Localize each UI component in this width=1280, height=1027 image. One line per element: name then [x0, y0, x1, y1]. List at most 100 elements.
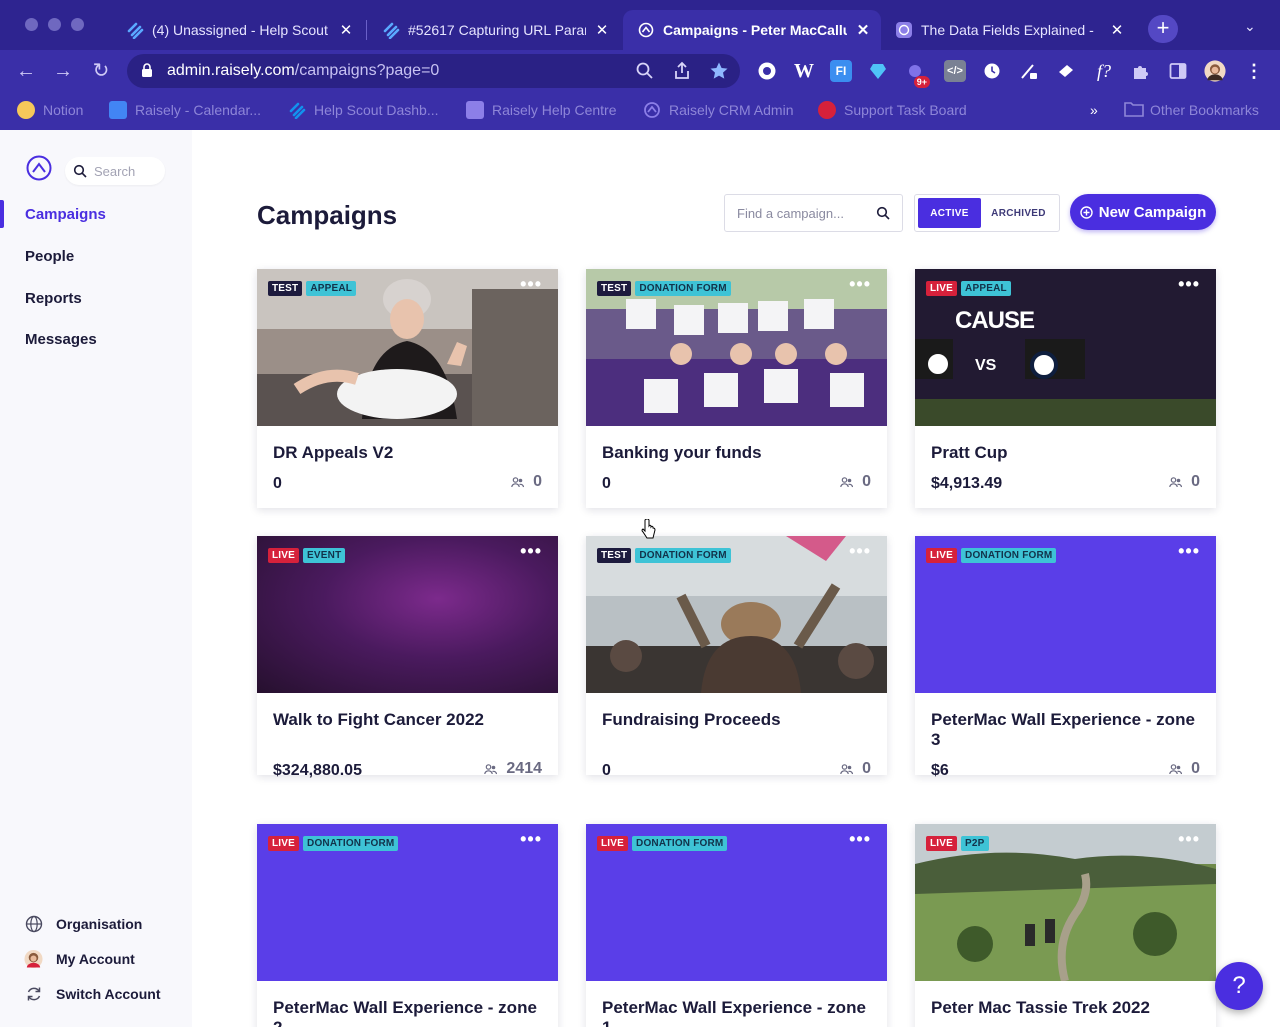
- sidebar-item-campaigns[interactable]: Campaigns: [0, 200, 192, 228]
- campaign-amount: $324,880.05: [273, 762, 362, 779]
- extension-fi-icon[interactable]: FI: [830, 60, 852, 82]
- campaign-card[interactable]: TEST APPEAL ••• DR Appeals V2 0 0: [257, 269, 558, 508]
- more-options-icon[interactable]: •••: [1178, 274, 1200, 295]
- forward-arrow-icon[interactable]: →: [50, 58, 76, 84]
- share-icon[interactable]: [672, 61, 692, 81]
- new-campaign-button[interactable]: New Campaign: [1070, 194, 1216, 230]
- bookmarks-bar: Notion Raisely - Calendar... Help Scout …: [0, 92, 1280, 130]
- window-zoom-dot[interactable]: [71, 18, 84, 31]
- sidebar-item-switch-account[interactable]: Switch Account: [24, 983, 161, 1005]
- sidebar-item-messages[interactable]: Messages: [0, 325, 192, 353]
- campaign-card[interactable]: CAUSE VS LIVE APPEAL ••• Pratt Cup $4,91…: [915, 269, 1216, 508]
- extension-clock-icon[interactable]: [981, 60, 1003, 82]
- tab-close-icon[interactable]: ✕: [855, 21, 871, 39]
- campaign-name: Pratt Cup: [931, 443, 1008, 462]
- type-badge: DONATION FORM: [961, 548, 1057, 563]
- tab-campaigns[interactable]: Campaigns - Peter MacCallum ✕: [623, 10, 881, 50]
- tab-search-icon[interactable]: ⌄: [1244, 18, 1256, 35]
- url-path: /campaigns?page=0: [294, 62, 440, 79]
- browser-menu-icon[interactable]: ⋮: [1243, 60, 1265, 82]
- bookmark-helpscout[interactable]: Help Scout Dashb...: [288, 100, 439, 120]
- more-options-icon[interactable]: •••: [520, 829, 542, 850]
- campaign-card[interactable]: LIVE P2P ••• Peter Mac Tassie Trek 2022: [915, 824, 1216, 1027]
- campaign-name: Banking your funds: [602, 443, 762, 462]
- extensions-puzzle-icon[interactable]: [1130, 60, 1152, 82]
- new-tab-button[interactable]: +: [1148, 15, 1178, 43]
- side-panel-icon[interactable]: [1167, 60, 1189, 82]
- campaign-card[interactable]: TEST DONATION FORM ••• Fundraising Proce…: [586, 536, 887, 779]
- profile-avatar[interactable]: [1204, 60, 1226, 82]
- card-badges: TEST DONATION FORM: [597, 548, 731, 563]
- sidebar-search[interactable]: Search: [65, 157, 165, 185]
- bookmark-label: Support Task Board: [844, 102, 967, 118]
- address-bar[interactable]: admin.raisely.com/campaigns?page=0: [127, 54, 740, 88]
- bookmarks-overflow-button[interactable]: »: [1090, 100, 1098, 120]
- reload-icon[interactable]: ↻: [88, 58, 114, 84]
- more-options-icon[interactable]: •••: [1178, 829, 1200, 850]
- more-options-icon[interactable]: •••: [849, 829, 871, 850]
- other-bookmarks[interactable]: Other Bookmarks: [1124, 100, 1259, 120]
- tab-close-icon[interactable]: ✕: [1109, 21, 1125, 39]
- tab-helpscout[interactable]: (4) Unassigned - Help Scout ✕: [112, 10, 364, 50]
- type-badge: DONATION FORM: [303, 836, 399, 851]
- bookmark-crm-admin[interactable]: Raisely CRM Admin: [643, 100, 793, 120]
- extension-eraser-icon[interactable]: [1055, 60, 1077, 82]
- help-button[interactable]: ?: [1215, 962, 1263, 1010]
- back-arrow-icon[interactable]: ←: [13, 58, 39, 84]
- extension-badge-icon[interactable]: 9+: [904, 60, 930, 88]
- raisely-logo-icon[interactable]: [26, 155, 52, 186]
- zoom-search-icon[interactable]: [635, 61, 655, 81]
- extension-pen-icon[interactable]: [1018, 60, 1040, 82]
- card-badges: LIVE APPEAL: [926, 281, 1011, 296]
- sidebar-item-people[interactable]: People: [0, 242, 192, 270]
- sidebar-item-label: My Account: [56, 951, 135, 967]
- toggle-archived[interactable]: ARCHIVED: [981, 198, 1056, 228]
- banner-heading: CAUSE: [955, 307, 1035, 334]
- task-board-icon: [818, 101, 836, 119]
- more-options-icon[interactable]: •••: [520, 274, 542, 295]
- campaign-card[interactable]: TEST DONATION FORM ••• Banking your fund…: [586, 269, 887, 508]
- people-icon: [511, 476, 525, 487]
- window-close-dot[interactable]: [25, 18, 38, 31]
- status-badge: LIVE: [926, 548, 958, 563]
- supporters-value: 0: [1191, 473, 1200, 490]
- supporters-count: 0: [840, 760, 871, 778]
- people-icon: [840, 476, 854, 487]
- more-options-icon[interactable]: •••: [849, 541, 871, 562]
- extension-code-icon[interactable]: </>: [944, 60, 966, 82]
- more-options-icon[interactable]: •••: [1178, 541, 1200, 562]
- more-options-icon[interactable]: •••: [849, 274, 871, 295]
- tab-ticket[interactable]: #52617 Capturing URL Parameters ✕: [368, 10, 620, 50]
- campaign-card[interactable]: LIVE DONATION FORM ••• PeterMac Wall Exp…: [915, 536, 1216, 779]
- collingwood-logo-icon: [925, 351, 951, 377]
- sidebar-item-organisation[interactable]: Organisation: [24, 913, 142, 935]
- supporters-count: 0: [840, 473, 871, 491]
- window-minimize-dot[interactable]: [48, 18, 61, 31]
- tab-close-icon[interactable]: ✕: [338, 21, 354, 39]
- extension-lastpass-icon[interactable]: [756, 60, 778, 82]
- tab-data-fields[interactable]: The Data Fields Explained - ✕: [881, 10, 1135, 50]
- people-icon: [1169, 763, 1183, 774]
- extension-wikipedia-icon[interactable]: W: [793, 60, 815, 82]
- bookmark-support-board[interactable]: Support Task Board: [818, 100, 967, 120]
- find-campaign-input[interactable]: Find a campaign...: [724, 194, 903, 232]
- tab-close-icon[interactable]: ✕: [594, 21, 610, 39]
- extension-formula-icon[interactable]: f?: [1093, 60, 1115, 82]
- raisely-icon: [637, 21, 655, 39]
- campaign-amount: 0: [602, 762, 611, 779]
- bookmark-help-centre[interactable]: Raisely Help Centre: [466, 100, 617, 120]
- campaign-card[interactable]: LIVE EVENT ••• Walk to Fight Cancer 2022…: [257, 536, 558, 779]
- toggle-active[interactable]: ACTIVE: [918, 198, 981, 228]
- campaign-card[interactable]: LIVE DONATION FORM ••• PeterMac Wall Exp…: [586, 824, 887, 1027]
- bookmark-notion[interactable]: Notion: [17, 100, 83, 120]
- bookmark-calendar[interactable]: Raisely - Calendar...: [109, 100, 261, 120]
- versus-label: VS: [975, 357, 997, 374]
- bookmark-star-icon[interactable]: [709, 61, 729, 81]
- more-options-icon[interactable]: •••: [520, 541, 542, 562]
- bookmark-label: Other Bookmarks: [1150, 102, 1259, 118]
- extension-gem-icon[interactable]: [867, 60, 889, 82]
- type-badge: P2P: [961, 836, 989, 851]
- sidebar-item-my-account[interactable]: My Account: [24, 948, 135, 970]
- sidebar-item-reports[interactable]: Reports: [0, 284, 192, 312]
- campaign-card[interactable]: LIVE DONATION FORM ••• PeterMac Wall Exp…: [257, 824, 558, 1027]
